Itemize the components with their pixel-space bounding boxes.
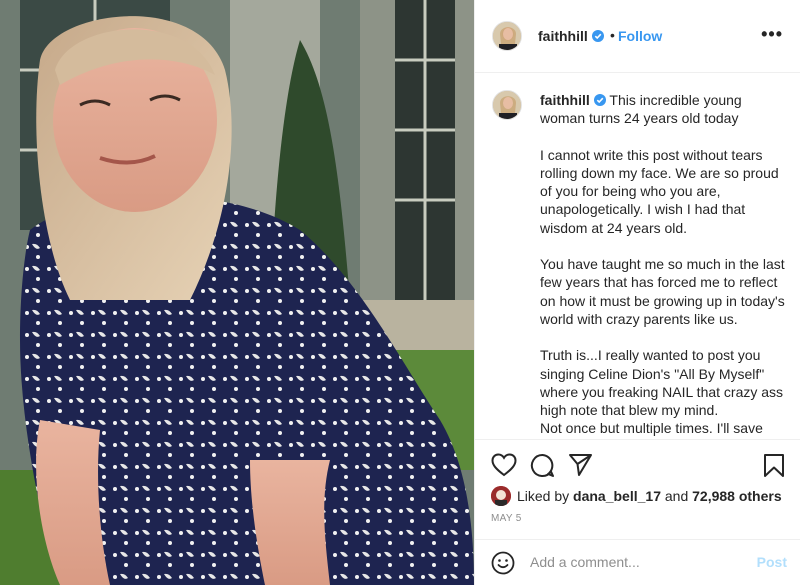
caption-author-avatar[interactable] [492, 90, 522, 120]
author-avatar[interactable] [492, 21, 522, 51]
header-separator: • [610, 27, 615, 43]
post-actions: Liked by dana_bell_17 and 72,988 others … [475, 439, 800, 539]
comment-bar: Add a comment... Post [475, 539, 800, 585]
likes-prefix: Liked by [517, 488, 574, 504]
paper-plane-icon[interactable] [568, 453, 593, 482]
post-details-panel: faithhill • Follow ••• faithhill This in… [474, 0, 800, 585]
smiley-icon[interactable] [491, 551, 515, 580]
post-date[interactable]: MAY 5 [491, 513, 522, 524]
caption-paragraph: Truth is...I really wanted to post you s… [540, 347, 784, 439]
verified-badge-icon [591, 30, 604, 42]
liked-by-username[interactable]: dana_bell_17 [573, 488, 661, 504]
likes-summary: Liked by dana_bell_17 and 72,988 others [491, 486, 782, 506]
author-username[interactable]: faithhill [538, 28, 604, 44]
post-comment-button[interactable]: Post [757, 554, 787, 570]
heart-icon[interactable] [491, 453, 517, 482]
caption-first-paragraph: faithhill This incredible young woman tu… [540, 91, 785, 128]
caption-verified-badge-icon [593, 94, 606, 106]
caption-username[interactable]: faithhill [540, 92, 590, 108]
caption-section: faithhill This incredible young woman tu… [475, 73, 800, 439]
likes-and: and [660, 488, 693, 504]
comment-input[interactable]: Add a comment... [530, 554, 640, 570]
caption-paragraph: You have taught me so much in the last f… [540, 256, 785, 327]
more-options-button[interactable]: ••• [761, 24, 783, 45]
likes-count-link[interactable]: 72,988 others [692, 488, 782, 504]
comment-bubble-icon[interactable] [530, 453, 555, 483]
post-photo[interactable] [0, 0, 474, 585]
author-avatar-image [493, 22, 521, 50]
caption-author-avatar-image [493, 91, 521, 119]
post-photo-image [0, 0, 474, 585]
caption-text: faithhill This incredible young woman tu… [540, 91, 785, 439]
liker-avatar[interactable] [491, 486, 511, 506]
author-username-text[interactable]: faithhill [538, 28, 588, 44]
follow-button[interactable]: Follow [618, 28, 662, 44]
bookmark-icon[interactable] [763, 453, 785, 483]
post-header: faithhill • Follow ••• [475, 0, 800, 73]
caption-paragraph: I cannot write this post without tears r… [540, 146, 779, 236]
